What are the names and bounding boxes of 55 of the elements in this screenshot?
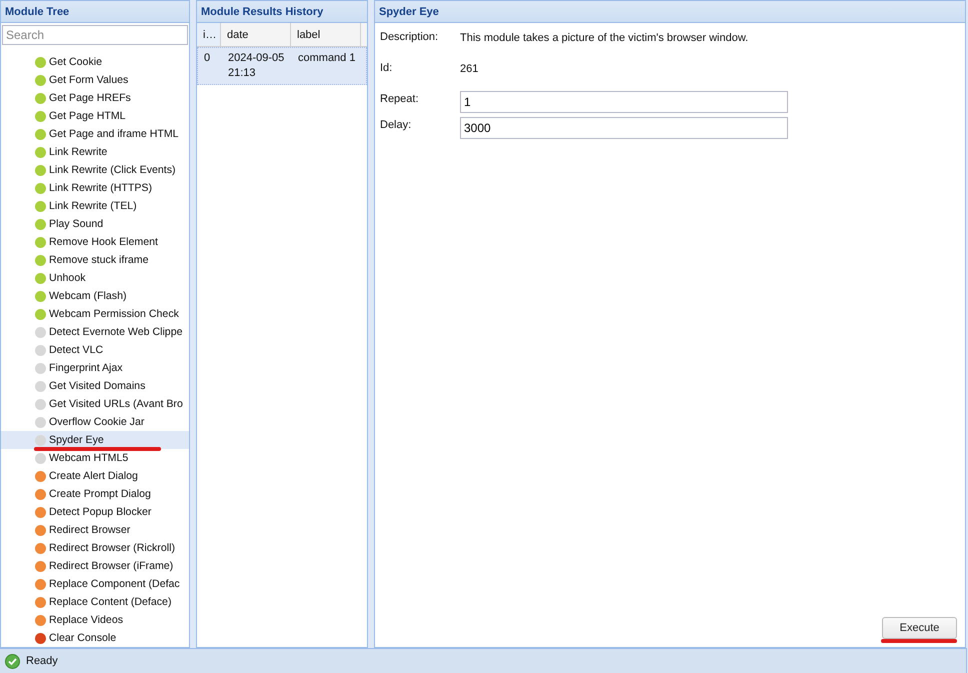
tree-item[interactable]: Detect VLC [1, 341, 189, 359]
column-header[interactable]: i… [197, 23, 221, 46]
tree-item[interactable]: Replace Videos [1, 611, 189, 629]
tree-item[interactable]: Link Rewrite (Click Events) [1, 161, 189, 179]
tree-item[interactable]: Link Rewrite (HTTPS) [1, 179, 189, 197]
field-label: Repeat: [380, 92, 420, 105]
tree-item[interactable]: Webcam (Flash) [1, 287, 189, 305]
tree-item[interactable]: Redirect Browser (Rickroll) [1, 539, 189, 557]
tree-item[interactable]: Get Visited Domains [1, 377, 189, 395]
panel-title: Module Tree [1, 1, 189, 23]
tree-item[interactable]: Webcam HTML5 [1, 449, 189, 467]
tree-item[interactable]: Spyder Eye [1, 431, 189, 449]
input-field[interactable]: 3000 [460, 117, 788, 139]
tree-item[interactable]: Redirect Browser [1, 521, 189, 539]
tree-item[interactable]: Get Form Values [1, 71, 189, 89]
tree-item[interactable]: Fingerprint Ajax [1, 359, 189, 377]
tree-item[interactable]: Get Visited URLs (Avant Bro [1, 395, 189, 413]
tree-item[interactable]: Redirect Browser (iFrame) [1, 557, 189, 575]
tree-item[interactable]: Create Alert Dialog [1, 467, 189, 485]
execute-button[interactable]: Execute [882, 617, 957, 639]
tree-item[interactable]: Replace Component (Defac [1, 575, 189, 593]
tree-item[interactable]: Unhook [1, 269, 189, 287]
tree-item[interactable]: Get Page HTML [1, 107, 189, 125]
tree-item[interactable]: Create Prompt Dialog [1, 485, 189, 503]
tree-item[interactable]: Webcam Permission Check [1, 305, 189, 323]
field-label: Delay: [380, 118, 412, 131]
tree-item[interactable]: Play Sound [1, 215, 189, 233]
tree-item[interactable]: Replace Content (Deface) [1, 593, 189, 611]
tree-item[interactable]: Get Page HREFs [1, 89, 189, 107]
table-cell-text: 2024-09-05 21:13 [227, 51, 286, 81]
table-cell-text: 0 [203, 51, 212, 66]
tree-item[interactable]: Get Cookie [1, 53, 189, 71]
panel-title: Spyder Eye [375, 1, 965, 23]
tree-item[interactable]: Link Rewrite (TEL) [1, 197, 189, 215]
panel-title: Module Results History [197, 1, 367, 23]
input-field[interactable]: 1 [460, 91, 788, 113]
tree-item[interactable]: Clear Console [1, 629, 189, 647]
tree-item[interactable]: Link Rewrite [1, 143, 189, 161]
search-field[interactable]: Search [2, 25, 188, 45]
field-value: This module takes a picture of the victim's browser window. [460, 31, 748, 44]
field-value: 261 [460, 62, 478, 75]
tree-item[interactable]: Remove stuck iframe [1, 251, 189, 269]
tree-item[interactable]: Detect Popup Blocker [1, 503, 189, 521]
tree-item[interactable]: Overflow Cookie Jar [1, 413, 189, 431]
result-row[interactable]: 0 2024-09-05 21:13 command 1 [197, 47, 367, 85]
status-text: Ready [26, 655, 58, 667]
field-label: Description: [380, 30, 440, 43]
tree-item[interactable]: Get Page and iframe HTML [1, 125, 189, 143]
check-icon [5, 654, 20, 668]
field-label: Id: [380, 61, 394, 74]
column-header[interactable]: date [221, 23, 291, 46]
table-cell-text: command 1 [297, 51, 356, 66]
column-header[interactable]: label [291, 23, 361, 46]
tree-item[interactable]: Remove Hook Element [1, 233, 189, 251]
tree-item[interactable]: Detect Evernote Web Clippe [1, 323, 189, 341]
